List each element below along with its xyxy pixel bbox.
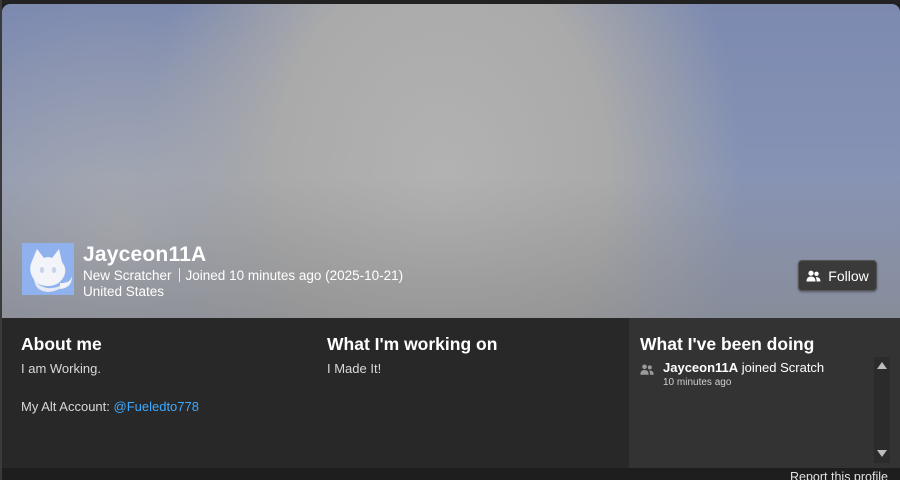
activity-text: Jayceon11A joined Scratch (663, 360, 824, 375)
profile-rank: New Scratcher (83, 268, 172, 283)
follow-button[interactable]: Follow (798, 260, 877, 291)
follow-button-label: Follow (828, 267, 869, 284)
working-on-text: I Made It! (327, 361, 382, 376)
activity-scrollbar[interactable] (874, 357, 890, 463)
avatar[interactable] (22, 243, 74, 295)
report-profile-link[interactable]: Report this profile (790, 470, 888, 480)
meta-divider (178, 268, 180, 282)
working-on-heading: What I'm working on (327, 334, 498, 354)
activity-action: joined Scratch (738, 360, 825, 375)
alt-account-line: My Alt Account: @Fueledto778 (21, 399, 199, 414)
profile-meta: New Scratcher Joined 10 minutes ago (2025… (83, 268, 403, 283)
alt-account-prefix: My Alt Account: (21, 399, 114, 414)
activity-heading: What I've been doing (640, 334, 815, 354)
follow-users-icon (806, 270, 821, 281)
profile-username: Jayceon11A (83, 243, 207, 266)
profile-location: United States (83, 284, 165, 299)
profile-joined: Joined 10 minutes ago (2025-10-21) (185, 268, 404, 283)
activity-user-link[interactable]: Jayceon11A (663, 360, 738, 375)
activity-section: What I've been doing Jayceon11A joined S… (629, 318, 900, 468)
users-icon (640, 364, 654, 375)
about-me-section: About me I am Working. My Alt Account: @… (21, 318, 321, 468)
scratch-cat-avatar-icon (22, 243, 74, 295)
about-me-heading: About me (21, 334, 102, 354)
profile-page: Jayceon11A New Scratcher Joined 10 minute… (0, 0, 900, 480)
about-me-text: I am Working. (21, 361, 101, 376)
scroll-down-arrow-icon[interactable] (877, 450, 887, 457)
profile-footer (2, 468, 900, 480)
scroll-up-arrow-icon[interactable] (877, 362, 887, 369)
alt-account-link[interactable]: @Fueledto778 (114, 399, 199, 414)
working-on-section: What I'm working on I Made It! (327, 318, 627, 468)
activity-time: 10 minutes ago (663, 377, 732, 388)
